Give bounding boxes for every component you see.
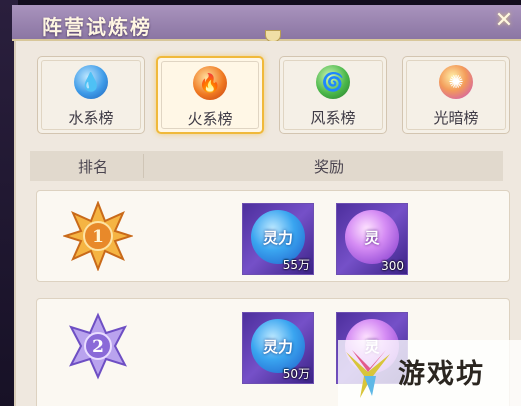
reward-quantity: 50万 [282,367,310,381]
light-dark-icon: ✺ [439,65,473,99]
reward-quantity: 55万 [282,258,310,272]
rank-1-star-icon: 1 [61,200,135,272]
tab-light-dark[interactable]: ✺ 光暗榜 [402,56,510,134]
page-title: 阵营试炼榜 [42,15,152,39]
tab-label: 水系榜 [68,109,114,127]
table-header: 排名 奖励 [30,151,503,181]
rank-2-star-icon: 2 [68,312,128,380]
watermark-text: 游戏坊 [398,359,485,390]
tab-fire[interactable]: 🔥 火系榜 [156,56,264,134]
tab-water[interactable]: 💧 水系榜 [37,56,145,134]
water-icon: 💧 [74,65,108,99]
reward-item[interactable]: 灵 300 [336,203,408,275]
fire-icon: 🔥 [193,66,227,100]
close-icon[interactable]: ✕ [491,7,517,35]
reward-item[interactable]: 灵力 50万 [242,312,314,384]
table-row: 1 灵力 55万 灵 300 [36,190,510,282]
rank-badge-gold: 1 [61,200,135,272]
column-header-reward: 奖励 [314,158,345,176]
wind-icon: 🌀 [316,65,350,99]
tab-label: 风系榜 [310,109,356,127]
reward-quantity: 300 [381,259,404,273]
header-divider [143,154,144,178]
tab-wind[interactable]: 🌀 风系榜 [279,56,387,134]
rank-badge-silver: 2 [63,311,133,381]
tab-label: 火系榜 [187,110,233,128]
watermark-logo-icon [346,350,390,398]
spirit-orb-icon: 灵 [345,210,399,264]
rank-number: 2 [92,337,104,357]
reward-item[interactable]: 灵力 55万 [242,203,314,275]
rank-number: 1 [92,227,104,247]
watermark: 游戏坊 [338,340,521,406]
column-header-rank: 排名 [78,158,109,176]
tab-label: 光暗榜 [433,109,479,127]
